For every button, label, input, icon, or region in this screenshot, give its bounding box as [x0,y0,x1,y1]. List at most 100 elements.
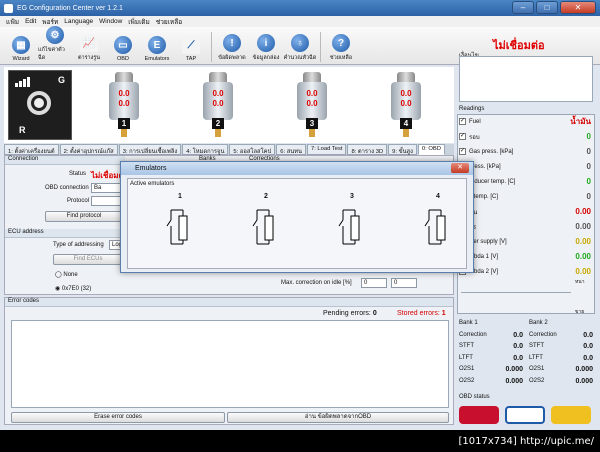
scale-divider [461,292,571,293]
maximize-button[interactable]: □ [536,1,558,14]
engine-check-icon[interactable] [551,406,591,424]
emulator-1[interactable]: 1 [160,193,200,253]
bank-row: LTFT 0.0 [529,354,593,362]
settings-tabs: 1: ตั้งค่าเครื่องยนต์ 2: ตั้งค่าอุปกรณ์แ… [4,144,454,155]
addressing-type-label: Type of addressing [53,242,104,248]
reading-value: 0 [586,192,591,201]
obd-connection-select[interactable]: Ba [91,183,121,193]
injector-1: 0.0 0.0 1 [106,72,142,142]
connection-header: Connection [5,156,125,165]
injector-number: 2 [212,118,224,129]
fuel-value: น้ำมัน [570,117,591,126]
resistor-switch-icon [424,209,446,245]
active-emulators-group: Active emulators 1 2 3 4 [127,178,467,269]
title-bar: EG Configuration Center ver 1.2.1 – □ ✕ [0,0,600,16]
main-window: EG Configuration Center ver 1.2.1 – □ ✕ … [0,0,600,430]
status-label: Status [69,171,87,177]
radio-none-label: None [63,272,78,278]
find-ecus-button[interactable]: Find ECUs [53,254,123,265]
menu-file[interactable]: แฟ้ม [6,17,19,27]
reading-label: reducer temp. [C] [469,178,516,185]
wizard-button[interactable]: ▦ Wizard [4,36,38,62]
watermark-caption: [1017x734] http://upic.me/ [0,432,600,452]
error-codes-list[interactable] [11,320,449,408]
injector-number: 3 [306,118,318,129]
close-button[interactable]: ✕ [560,1,596,14]
obd-button[interactable]: ▭ OBD [106,36,140,62]
bank-row: Correction 0.0 [529,331,593,339]
emulator-2[interactable]: 2 [246,193,286,253]
fuel-checkbox[interactable]: ✓ [459,118,466,125]
reading-checkbox[interactable]: ✓ [459,133,466,140]
max-correction-select-2[interactable]: 0 [391,278,417,288]
chart-icon: 📈 [80,34,98,52]
dialog-close-button[interactable]: ✕ [451,163,469,173]
tab-load-test[interactable]: 7: Load Test [306,144,347,155]
obd-connector-icon[interactable] [459,406,499,424]
max-correction-select-1[interactable]: 0 [361,278,387,288]
grid-icon: ▦ [12,36,30,54]
bank-row: STFT 0.0 [459,343,523,350]
app-icon [4,3,13,13]
calc-injector-button[interactable]: ♁ คำนวณหัวฉีด [283,34,317,62]
resistor-switch-icon [166,209,188,245]
pending-errors: Pending errors: 0 [323,310,377,317]
radio-address-label: 0x7E0 (32) [61,286,92,292]
tap-icon: ⟋ [182,36,200,54]
errors-button[interactable]: ! ข้อผิดพลาด [215,34,249,62]
tab-engine[interactable]: 1: ตั้งค่าเครื่องยนต์ [4,144,59,155]
emulators-button[interactable]: E Emulators [140,36,174,62]
menu-help[interactable]: ช่วยเหลือ [156,17,182,27]
menu-language[interactable]: Language [64,18,93,25]
tab-oscilloscope[interactable]: 5: ออสโลสโคป [229,144,276,155]
help-button[interactable]: ? ช่วยเหลือ [324,34,358,62]
connection-status: ไม่เชื่อมต่อ [493,40,545,52]
error-codes-panel: Error codes Pending errors: 0 Stored err… [4,297,454,425]
tab-advanced[interactable]: 9: ขั้นสูง [388,144,417,155]
injector-4: 0.0 0.0 4 [388,72,424,142]
menu-edit[interactable]: Edit [25,18,36,25]
tab-chat[interactable]: 6: สนทน [276,144,306,155]
emulator-3[interactable]: 3 [332,193,372,253]
stored-errors: Stored errors: 1 [397,310,446,317]
refresh-icon[interactable] [505,406,545,424]
tab-gas-equipment[interactable]: 2: ตั้งค่าอุปกรณ์แก๊ส [59,144,118,155]
mode-switch-icon[interactable] [27,91,51,115]
minimize-button[interactable]: – [512,1,534,14]
erase-errors-button[interactable]: Erase error codes [11,412,225,423]
menu-extra[interactable]: เพิ่มเติม [128,17,150,27]
bank-row: O2S2 0.000 [459,377,523,385]
reading-checkbox[interactable]: ✓ [459,148,466,155]
fuel-label: Fuel [469,118,481,125]
emulator-4[interactable]: 4 [418,193,458,253]
tab-fuel-switch[interactable]: 3: การเปลี่ยนเชื้อเพลิง [118,144,182,155]
read-errors-button[interactable]: อ่าน ข้อผิดพลาดจากOBD [227,412,449,423]
radio-none[interactable]: ◯ None [55,271,78,278]
tap-button[interactable]: ⟋ TAP [174,36,208,62]
injector-settings-button[interactable]: ⚙ แก้ไขค่าตัวฉีด [38,26,72,62]
fuel-gauge-panel: G R [8,70,72,140]
protocol-field[interactable] [91,196,121,206]
help-icon: ? [332,34,350,52]
radio-address[interactable]: ◉ 0x7E0 (32) [55,285,91,292]
find-protocol-button[interactable]: Find protocol [45,211,123,222]
reading-label: Gas press. [kPa] [469,148,514,155]
obd-status-label: OBD status [459,394,490,400]
tab-obd[interactable]: 0: OBD [417,144,445,155]
bank-row: O2S1 0.000 [529,366,593,373]
injector-value-1: 0.0 [400,89,412,98]
menu-port[interactable]: พอร์ท [42,17,58,27]
stored-errors-label: Stored errors: [397,310,440,317]
reading-row: ✓s temp. [C]0 [459,189,591,204]
injector-value-2: 0.0 [212,99,224,108]
tab-3d-table[interactable]: 8: ตาราง 3D [347,144,388,155]
tuning-table-button[interactable]: 📈 ตารางรูน [72,34,106,62]
injector-number: 4 [400,118,412,129]
reading-value: 0.00 [575,237,591,246]
resistor-switch-icon [338,209,360,245]
menu-window[interactable]: Window [99,18,122,25]
bank1-title: Bank 1 [459,320,478,326]
toolbar-separator [211,32,212,62]
box-info-button[interactable]: i ข้อมูลกล่อง [249,34,283,62]
tab-tuning-mode[interactable]: 4: โหมดการจูน [182,144,229,155]
